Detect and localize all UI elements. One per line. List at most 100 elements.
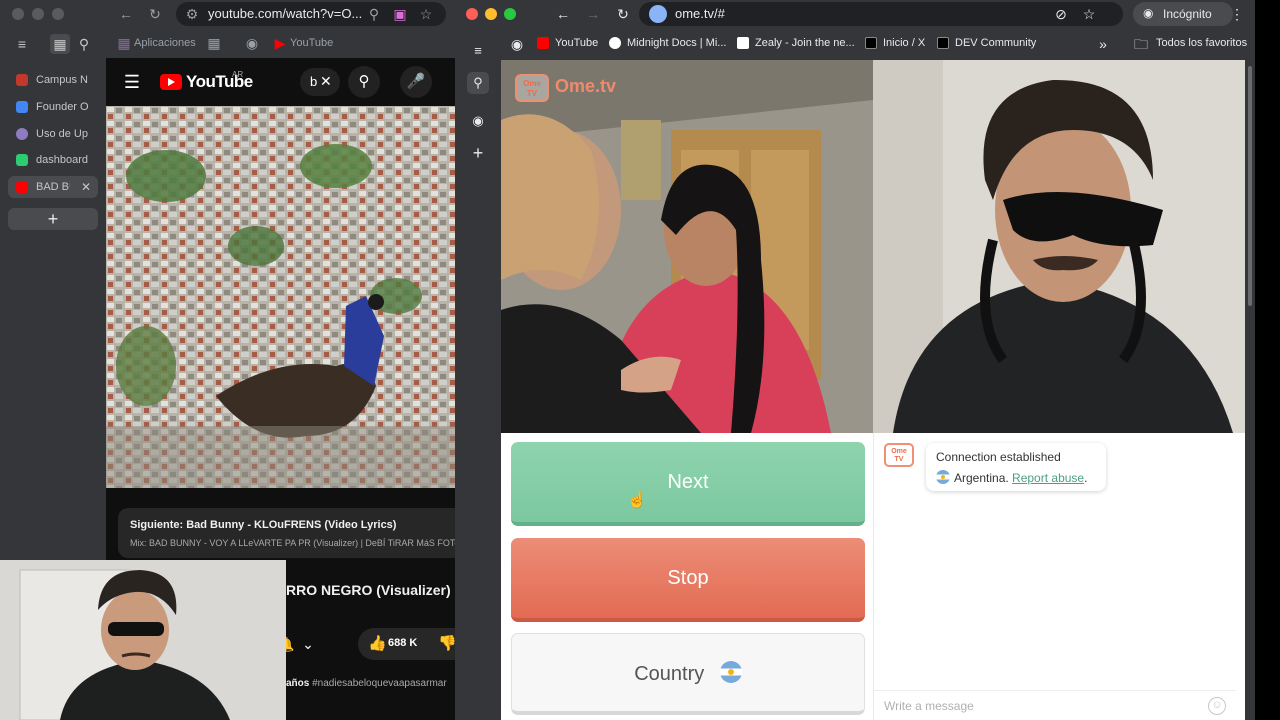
tab-list-icon[interactable]: ≡ — [467, 40, 489, 62]
chevron-down-icon[interactable]: ⌄ — [298, 634, 318, 654]
all-bookmarks-folder[interactable]: Todos los favoritos — [1156, 37, 1247, 49]
zoom-search-icon[interactable]: ⚲ — [364, 4, 384, 24]
right-title-bar: ← → ↻ ome.tv/# ⊘ ☆ ◉ Incógnito ⋮ — [455, 0, 1255, 28]
up-next-subtitle: Mix: BAD BUNNY - VOY A LLeVARTE PA PR (V… — [130, 538, 455, 548]
eye-off-icon[interactable]: ⊘ — [1051, 4, 1071, 24]
report-abuse-link[interactable]: Report abuse — [1012, 471, 1084, 485]
thumbs-down-icon[interactable]: 👎 — [438, 634, 455, 652]
stranger-video: Ome TV Ome.tv — [501, 60, 873, 433]
back-arrow-icon[interactable]: ← — [116, 4, 136, 24]
youtube-bookmark-icon — [537, 37, 549, 49]
more-menu-icon[interactable]: ⋮ — [1227, 4, 1247, 24]
dev-logo-icon — [937, 37, 949, 49]
next-button[interactable]: Next — [511, 442, 865, 526]
hamburger-menu-icon[interactable]: ☰ — [122, 72, 142, 92]
search-icon[interactable]: ⚲ — [348, 66, 380, 98]
forward-arrow-icon[interactable]: → — [583, 4, 603, 24]
site-settings-icon[interactable]: ⚙ — [182, 4, 202, 24]
argentina-flag-icon — [936, 470, 950, 484]
chat-message-input[interactable]: Write a message ☺ — [874, 690, 1236, 720]
scrollbar-thumb[interactable] — [1248, 66, 1252, 306]
globe-icon[interactable]: ◉ — [507, 34, 527, 54]
site-info-icon[interactable] — [649, 5, 667, 23]
overflow-chevron-icon[interactable]: » — [1093, 34, 1113, 54]
sidebar-tab-bad-bunny[interactable]: BAD BU ✕ — [8, 176, 98, 198]
region-code: AR — [232, 70, 244, 79]
k-logo-icon — [16, 154, 28, 166]
reload-icon[interactable]: ↻ — [613, 4, 633, 24]
close-window-button[interactable] — [12, 8, 24, 20]
new-tab-button[interactable]: + — [8, 208, 98, 230]
incognito-badge[interactable]: ◉ Incógnito — [1133, 2, 1233, 26]
sparkle-icon — [16, 128, 28, 140]
close-window-button[interactable] — [466, 8, 478, 20]
new-tab-plus-icon[interactable]: + — [467, 142, 489, 164]
tab-grid-icon[interactable]: ▦ — [50, 34, 70, 54]
sidebar-tab-label: Campus N — [36, 74, 88, 86]
right-bookmarks-bar: ◉ YouTube Midnight Docs | Mi... Zealy - … — [501, 28, 1255, 60]
address-bar[interactable]: ⚙ youtube.com/watch?v=O... ⚲ ▣ ☆ — [176, 2, 446, 26]
sidebar-tab-campus[interactable]: Campus N — [8, 69, 98, 91]
youtube-bookmark-icon: ▶ — [274, 35, 286, 51]
bookmark-inicio-x[interactable]: Inicio / X — [883, 37, 925, 49]
sidebar-tab-label: BAD BU — [36, 181, 70, 193]
up-next-card[interactable]: Siguiente: Bad Bunny - KLOuFRENS (Video … — [118, 508, 455, 558]
grid-icon[interactable]: ▦ — [204, 33, 224, 53]
globe-icon[interactable]: ◉ — [242, 33, 262, 53]
drive-icon — [16, 101, 28, 113]
left-title-bar: ← ↻ ⚙ youtube.com/watch?v=O... ⚲ ▣ ☆ — [0, 0, 455, 28]
clear-search-icon[interactable]: ✕ — [320, 73, 332, 90]
stranger-video-image — [501, 60, 873, 433]
search-value: b — [310, 74, 318, 89]
hashtag-link[interactable]: #nadiesabeloquevaapasarmar — [312, 678, 447, 689]
bookmark-apps[interactable]: Aplicaciones — [134, 37, 196, 49]
stop-button[interactable]: Stop — [511, 538, 865, 622]
minimize-window-button[interactable] — [485, 8, 497, 20]
sidebar-tab-founder[interactable]: Founder O — [8, 96, 98, 118]
sidebar-tab-uso[interactable]: Uso de Up — [8, 123, 98, 145]
bookmark-star-icon[interactable]: ☆ — [1079, 4, 1099, 24]
stranger-country-line: Argentina. Report abuse. — [936, 470, 1087, 485]
sidebar-tab-dashboard[interactable]: dashboard — [8, 149, 98, 171]
tab-search-icon[interactable]: ⚲ — [467, 72, 489, 94]
youtube-logo-icon[interactable] — [160, 74, 182, 90]
bookmark-zealy[interactable]: Zealy - Join the ne... — [755, 37, 855, 49]
video-description-snippet: años #nadiesabeloquevaapasarmar — [286, 678, 447, 689]
like-button[interactable]: 👍 688 K 👎 — [358, 628, 455, 660]
address-bar[interactable]: ome.tv/# ⊘ ☆ — [639, 2, 1123, 26]
maximize-window-button[interactable] — [504, 8, 516, 20]
bookmark-star-icon[interactable]: ☆ — [416, 4, 436, 24]
maximize-window-button[interactable] — [52, 8, 64, 20]
country-select-button[interactable]: Country — [511, 633, 865, 715]
incognito-label: Incógnito — [1163, 7, 1212, 21]
like-count: 688 K — [388, 637, 418, 649]
folder-icon: 🗀 — [1134, 36, 1148, 52]
cast-icon[interactable]: ▣ — [390, 4, 410, 24]
youtube-search-input[interactable]: b ✕ — [300, 68, 340, 96]
self-camera-image — [873, 60, 1245, 433]
ometv-tab-icon[interactable]: ◉ — [467, 110, 489, 132]
back-arrow-icon[interactable]: ← — [553, 4, 573, 24]
microphone-icon[interactable]: 🎤 — [400, 66, 432, 98]
page-scrollbar[interactable] — [1245, 60, 1255, 720]
left-bookmarks-bar: ▦ Aplicaciones ▦ ◉ ▶ YouTube — [106, 28, 455, 58]
vertical-tabs-sidebar: ≡ ▦ ⚲ Campus N Founder O Uso de Up dashb… — [0, 28, 106, 560]
tab-search-icon[interactable]: ⚲ — [74, 34, 94, 54]
thumbs-up-icon: 👍 — [368, 635, 387, 652]
argentina-flag-icon — [719, 661, 742, 683]
emoji-picker-icon[interactable]: ☺ — [1208, 697, 1226, 715]
youtube-video-player[interactable] — [106, 106, 455, 488]
youtube-icon — [16, 181, 28, 193]
stop-button-label: Stop — [667, 567, 709, 589]
reload-icon[interactable]: ↻ — [145, 4, 165, 24]
bookmark-youtube[interactable]: YouTube — [290, 37, 333, 49]
ometv-page: Ome TV Ome.tv Next ☝ Stop Country Ome TV… — [501, 60, 1245, 720]
bookmark-dev-community[interactable]: DEV Community — [955, 37, 1036, 49]
bookmark-youtube[interactable]: YouTube — [555, 37, 598, 49]
close-tab-icon[interactable]: ✕ — [76, 177, 96, 197]
minimize-window-button[interactable] — [32, 8, 44, 20]
bookmark-midnight-docs[interactable]: Midnight Docs | Mi... — [627, 37, 726, 49]
video-frame-aerial-city — [106, 106, 455, 488]
youtube-browser-window: ← ↻ ⚙ youtube.com/watch?v=O... ⚲ ▣ ☆ ≡ ▦… — [0, 0, 455, 720]
collapse-sidebar-icon[interactable]: ≡ — [12, 34, 32, 54]
